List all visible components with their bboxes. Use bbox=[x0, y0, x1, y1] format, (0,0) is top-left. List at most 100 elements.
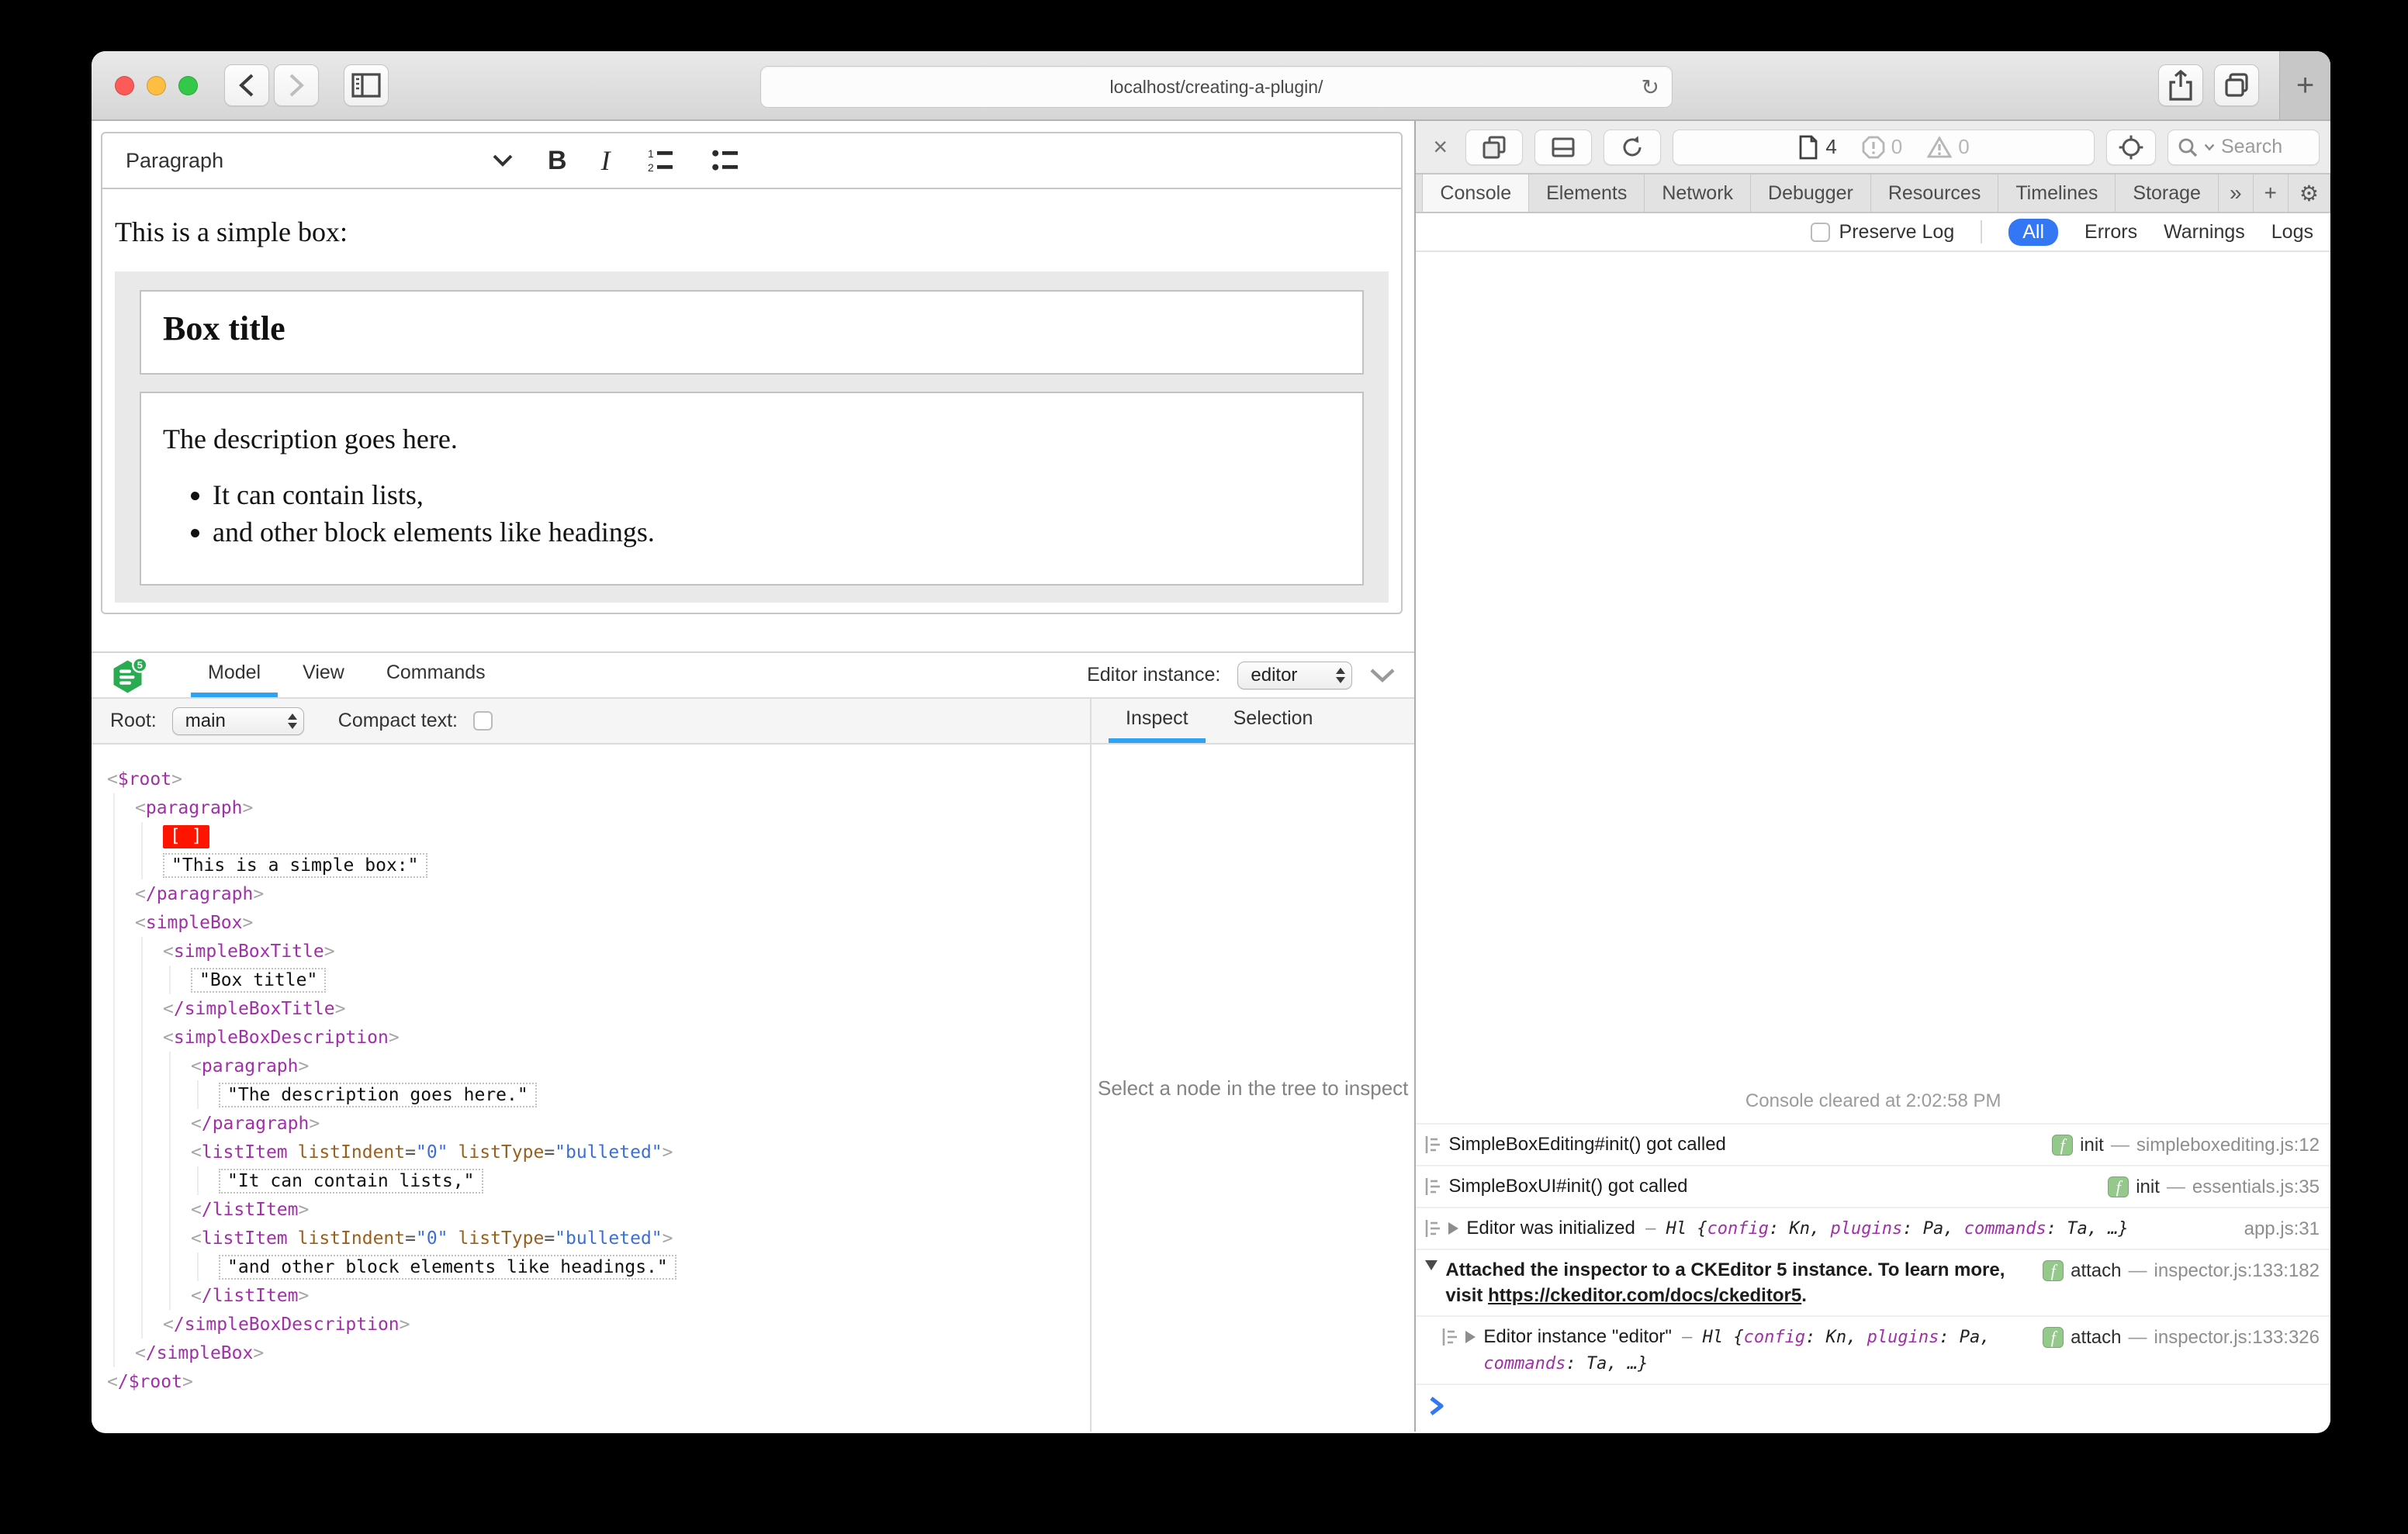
tree-tag[interactable]: /listItem bbox=[202, 1286, 299, 1306]
tree-tag[interactable]: simpleBox bbox=[146, 913, 243, 933]
tree-tag[interactable]: simpleBoxTitle bbox=[174, 941, 324, 962]
tree-line[interactable]: </simpleBoxDescription > bbox=[107, 1310, 1090, 1339]
numbered-list-button[interactable]: 1 2 bbox=[645, 147, 676, 174]
italic-button[interactable]: I bbox=[601, 144, 611, 177]
close-devtools-button[interactable]: × bbox=[1427, 133, 1454, 161]
source-location[interactable]: app.js:31 bbox=[2244, 1216, 2320, 1242]
tree-line[interactable]: </$root > bbox=[107, 1367, 1090, 1396]
console-message[interactable]: SimpleBoxEditing#init() got called f init —… bbox=[1416, 1123, 2330, 1165]
search-input[interactable] bbox=[2221, 136, 2306, 158]
tree-text-node[interactable]: "This is a simple box:" bbox=[163, 852, 427, 878]
devtools-tab-resources[interactable]: Resources bbox=[1871, 174, 1999, 212]
console-prompt[interactable] bbox=[1416, 1384, 2330, 1432]
devtools-search[interactable] bbox=[2168, 129, 2320, 165]
tree-line[interactable]: "This is a simple box:" bbox=[107, 851, 1090, 879]
tree-tag[interactable]: listItem bbox=[202, 1228, 288, 1249]
disclosure-triangle-icon[interactable] bbox=[1425, 1260, 1438, 1270]
source-location[interactable]: essentials.js:35 bbox=[2192, 1174, 2320, 1200]
tree-line[interactable]: < $root > bbox=[107, 765, 1090, 793]
simple-box-title[interactable]: Box title bbox=[140, 290, 1365, 375]
devtools-tab-timelines[interactable]: Timelines bbox=[1998, 174, 2116, 212]
tree-line[interactable]: < listItem listIndent = "0" listType = "bullete… bbox=[107, 1138, 1090, 1166]
tree-line[interactable]: < paragraph > bbox=[107, 1052, 1090, 1080]
box-title-text[interactable]: Box title bbox=[163, 309, 1341, 348]
tree-tag[interactable]: /paragraph bbox=[202, 1114, 309, 1134]
devtools-tab-elements[interactable]: Elements bbox=[1529, 174, 1645, 212]
bulleted-list-button[interactable] bbox=[710, 147, 741, 174]
reload-icon[interactable]: ↻ bbox=[1642, 74, 1659, 100]
sidebar-button[interactable] bbox=[344, 64, 389, 106]
tree-tag[interactable]: /paragraph bbox=[146, 884, 253, 904]
intro-paragraph[interactable]: This is a simple box: bbox=[115, 216, 1389, 248]
page-status-group[interactable]: 4 0 0 bbox=[1673, 129, 2095, 165]
tree-tag[interactable]: /simpleBoxDescription bbox=[174, 1315, 400, 1335]
tree-line[interactable]: < simpleBoxDescription > bbox=[107, 1023, 1090, 1052]
filter-all[interactable]: All bbox=[2008, 218, 2059, 246]
disclosure-triangle-icon[interactable] bbox=[1465, 1331, 1476, 1343]
tree-tag[interactable]: paragraph bbox=[146, 798, 243, 818]
list-item[interactable]: It can contain lists, bbox=[213, 479, 1341, 511]
tree-line[interactable]: </paragraph > bbox=[107, 1109, 1090, 1138]
tree-line[interactable]: < simpleBox > bbox=[107, 908, 1090, 937]
preserve-log-checkbox[interactable] bbox=[1810, 222, 1830, 242]
tree-line[interactable]: </paragraph > bbox=[107, 879, 1090, 908]
source-location[interactable]: inspector.js:133:182 bbox=[2154, 1258, 2320, 1284]
source-location[interactable]: inspector.js:133:326 bbox=[2154, 1325, 2320, 1350]
devtools-tab-network[interactable]: Network bbox=[1645, 174, 1752, 212]
compact-text-checkbox[interactable] bbox=[473, 711, 493, 731]
tree-tag[interactable]: simpleBoxDescription bbox=[174, 1028, 389, 1048]
inspector-tab-model[interactable]: Model bbox=[191, 653, 279, 697]
element-picker-button[interactable] bbox=[2106, 129, 2156, 165]
filter-errors[interactable]: Errors bbox=[2085, 221, 2137, 244]
tree-tag[interactable]: /simpleBoxTitle bbox=[174, 999, 335, 1019]
disclosure-triangle-icon[interactable] bbox=[1448, 1222, 1459, 1235]
forward-button[interactable] bbox=[274, 64, 319, 106]
side-tab-selection[interactable]: Selection bbox=[1216, 699, 1330, 743]
tree-line[interactable]: "Box title" bbox=[107, 966, 1090, 994]
tree-text-node[interactable]: "Box title" bbox=[191, 967, 327, 993]
simple-box-widget[interactable]: Box title The description goes here. It … bbox=[115, 271, 1389, 603]
simple-box-description[interactable]: The description goes here. It can contai… bbox=[140, 392, 1365, 586]
tree-line[interactable]: </simpleBoxTitle > bbox=[107, 994, 1090, 1023]
tree-tag[interactable]: /$root bbox=[118, 1372, 182, 1392]
tree-line[interactable]: </simpleBox > bbox=[107, 1339, 1090, 1367]
tree-line[interactable]: "The description goes here." bbox=[107, 1080, 1090, 1109]
side-tab-inspect[interactable]: Inspect bbox=[1109, 699, 1206, 743]
filter-logs[interactable]: Logs bbox=[2271, 221, 2313, 244]
filter-warnings[interactable]: Warnings bbox=[2164, 221, 2245, 244]
devtools-tab-storage[interactable]: Storage bbox=[2116, 174, 2219, 212]
share-button[interactable] bbox=[2158, 64, 2203, 106]
collapse-inspector-icon[interactable] bbox=[1369, 668, 1396, 683]
tree-line[interactable]: </listItem > bbox=[107, 1195, 1090, 1224]
tree-line[interactable]: </listItem > bbox=[107, 1281, 1090, 1310]
minimize-window-button[interactable] bbox=[147, 75, 166, 95]
tree-line[interactable]: < listItem listIndent = "0" listType = "bullete… bbox=[107, 1224, 1090, 1252]
inspector-tab-view[interactable]: View bbox=[285, 653, 362, 697]
tab-overview-button[interactable] bbox=[2214, 64, 2259, 106]
paragraph-dropdown[interactable]: Paragraph bbox=[126, 149, 514, 173]
console-message[interactable]: Editor was initialized – Hl {config: Kn,… bbox=[1416, 1207, 2330, 1249]
back-button[interactable] bbox=[224, 64, 269, 106]
console-message[interactable]: Attached the inspector to a CKEditor 5 i… bbox=[1416, 1249, 2330, 1315]
source-location[interactable]: simpleboxediting.js:12 bbox=[2136, 1132, 2320, 1158]
description-list[interactable]: It can contain lists, and other block ele… bbox=[213, 479, 1341, 548]
tree-tag[interactable]: $root bbox=[118, 769, 171, 789]
overflow-tabs-icon[interactable]: » bbox=[2219, 174, 2254, 212]
editor-instance-select[interactable]: editor bbox=[1237, 661, 1353, 689]
console-message[interactable]: SimpleBoxUI#init() got called f init — essen… bbox=[1416, 1165, 2330, 1207]
tree-line[interactable]: [ ] bbox=[107, 822, 1090, 851]
tree-text-node[interactable]: "The description goes here." bbox=[219, 1082, 537, 1107]
tree-tag[interactable]: listItem bbox=[202, 1142, 288, 1163]
devtools-tab-console[interactable]: Console bbox=[1422, 174, 1530, 212]
tree-line[interactable]: "It can contain lists," bbox=[107, 1166, 1090, 1195]
dock-bottom-button[interactable] bbox=[1534, 129, 1593, 165]
new-tab-area[interactable]: + bbox=[2279, 51, 2330, 119]
reload-page-button[interactable] bbox=[1604, 129, 1662, 165]
tree-tag[interactable]: paragraph bbox=[202, 1056, 299, 1076]
inspector-tab-commands[interactable]: Commands bbox=[369, 653, 503, 697]
tree-line[interactable]: < simpleBoxTitle > bbox=[107, 937, 1090, 966]
bold-button[interactable]: B bbox=[548, 146, 567, 176]
tree-text-node[interactable]: "It can contain lists," bbox=[219, 1168, 483, 1194]
console-link[interactable]: https://ckeditor.com/docs/ckeditor5 bbox=[1488, 1285, 1801, 1306]
close-window-button[interactable] bbox=[115, 75, 134, 95]
